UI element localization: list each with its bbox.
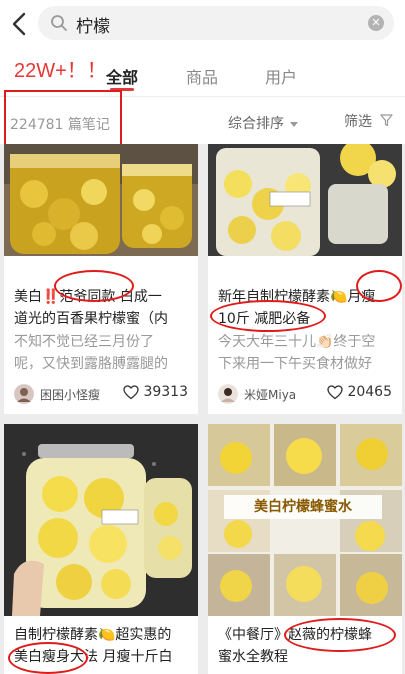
annotation-count: 22W+！！ [14, 60, 107, 82]
sort-dropdown[interactable]: 综合排序 [228, 113, 298, 133]
annotation-circle [8, 642, 88, 674]
search-query: 柠檬 [76, 17, 110, 37]
annotation-circle [284, 618, 396, 652]
note-image [208, 424, 402, 616]
note-desc-line: 今天大年三十儿👏🏻终于空 [218, 334, 376, 350]
note-image [4, 144, 198, 256]
author[interactable]: 困困小怪瘦 [14, 384, 100, 404]
clear-icon[interactable]: ✕ [368, 15, 384, 31]
note-title-line: 道光的百香果柠檬蜜（内 [14, 311, 168, 327]
tab-products[interactable]: 商品 [186, 64, 218, 88]
annotation-box [4, 90, 122, 146]
note-description: 不知不觉已经三月份了 呢，又快到露胳膊露腿的 [14, 331, 186, 375]
note-description: 今天大年三十儿👏🏻终于空 下来用一下午买食材做好 [218, 331, 390, 375]
author[interactable]: 米娅Miya [218, 384, 296, 404]
author-name: 米娅Miya [244, 387, 297, 402]
like-button[interactable]: 20465 [327, 384, 392, 400]
header: 柠檬 ✕ 22W+！！ 全部 商品 用户 224781 篇笔记 综合排序 筛选 [0, 0, 405, 146]
image-banner-text: 美白柠檬蜂蜜水 [224, 495, 382, 519]
chevron-down-icon [290, 121, 298, 127]
avatar [218, 384, 238, 404]
author-name: 困困小怪瘦 [40, 387, 101, 402]
annotation-circle [210, 300, 326, 332]
search-input[interactable]: 柠檬 ✕ [38, 6, 394, 40]
note-card[interactable]: 美白柠檬蜂蜜水 《中餐厅》赵薇的柠檬蜂 蜜水全教程 [208, 424, 402, 674]
note-image [208, 144, 402, 256]
note-image [4, 424, 198, 616]
annotation-circle [54, 270, 134, 302]
search-icon [51, 15, 67, 31]
note-desc-line: 下来用一下午买食材做好 [218, 356, 372, 372]
note-desc-line: 呢，又快到露胳膊露腿的 [14, 356, 168, 372]
like-button[interactable]: 39313 [123, 384, 188, 400]
tab-users[interactable]: 用户 [265, 64, 297, 88]
like-count: 39313 [143, 384, 188, 400]
filter-button[interactable]: 筛选 [344, 111, 394, 131]
heart-icon [123, 384, 140, 399]
filter-label: 筛选 [344, 114, 372, 130]
tab-all[interactable]: 全部 [106, 64, 138, 88]
heart-icon [327, 384, 344, 399]
avatar [14, 384, 34, 404]
note-desc-line: 不知不觉已经三月份了 [14, 334, 154, 350]
note-card[interactable]: 美白‼️范爷同款 白成一 道光的百香果柠檬蜜（内 不知不觉已经三月份了 呢，又快… [4, 144, 198, 414]
note-card[interactable]: 自制柠檬酵素🍋超实惠的 美白瘦身大法 月瘦十斤白 [4, 424, 198, 674]
back-arrow-icon[interactable] [8, 10, 30, 38]
like-count: 20465 [347, 384, 392, 400]
note-card[interactable]: 新年自制柠檬酵素🍋月瘦 10斤 减肥必备 今天大年三十儿👏🏻终于空 下来用一下午… [208, 144, 402, 414]
filter-icon [380, 114, 394, 127]
annotation-circle [356, 270, 402, 302]
sort-label: 综合排序 [228, 116, 284, 132]
